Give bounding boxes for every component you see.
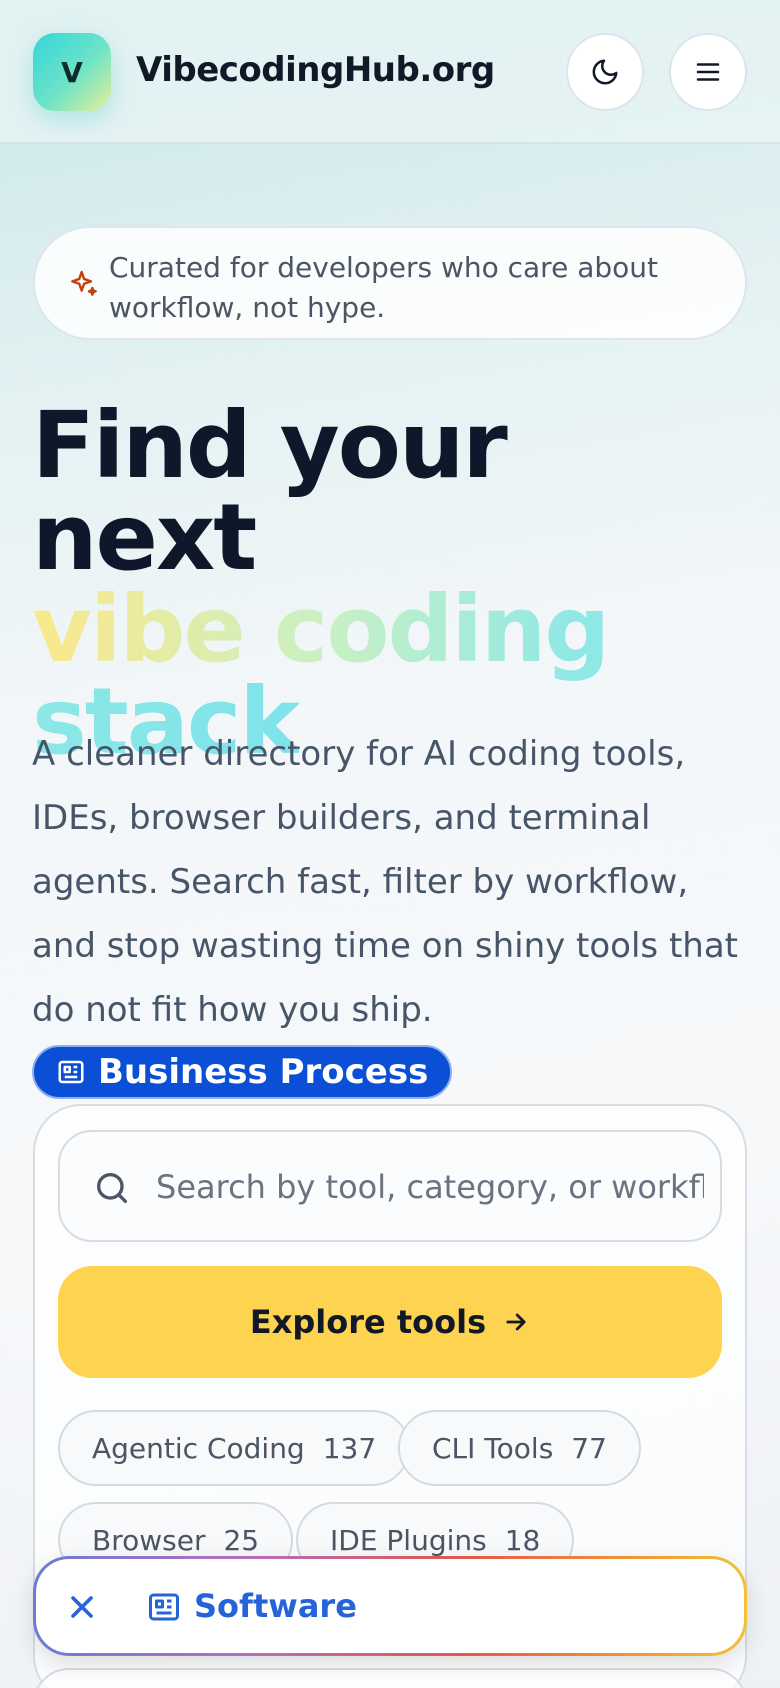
search-icon bbox=[97, 1173, 128, 1203]
hero-description: A cleaner directory for AI coding tools,… bbox=[32, 722, 752, 1106]
page-title: Find your next vibe coding stack bbox=[32, 400, 752, 768]
headline-line-1: Find your next bbox=[32, 392, 508, 591]
close-icon[interactable] bbox=[64, 1589, 100, 1625]
hamburger-menu-icon bbox=[696, 63, 720, 81]
category-toast-body: Software bbox=[36, 1559, 744, 1653]
top-header: V VibecodingHub.org bbox=[0, 0, 780, 144]
chip-count: 77 bbox=[571, 1431, 607, 1465]
next-section-card bbox=[33, 1668, 747, 1688]
brand-name[interactable]: VibecodingHub.org bbox=[136, 50, 495, 90]
category-chip-cli-tools[interactable]: CLI Tools 77 bbox=[398, 1410, 641, 1486]
chip-label: Agentic Coding bbox=[92, 1431, 305, 1465]
menu-button[interactable] bbox=[669, 33, 747, 111]
chip-count: 137 bbox=[322, 1431, 377, 1465]
chip-count: 18 bbox=[504, 1523, 541, 1557]
newspaper-icon bbox=[58, 1060, 84, 1083]
toast-label[interactable]: Software bbox=[194, 1587, 357, 1625]
newspaper-icon bbox=[149, 1593, 179, 1621]
chip-label: Browser bbox=[92, 1523, 206, 1557]
category-chip-agentic-coding[interactable]: Agentic Coding 137 bbox=[58, 1410, 411, 1486]
tagline-text: Curated for developers who care about wo… bbox=[109, 251, 658, 324]
business-process-badge[interactable]: Business Process bbox=[32, 1044, 453, 1099]
sparkle-icon bbox=[71, 270, 97, 296]
chip-count: 25 bbox=[223, 1523, 260, 1557]
search-input[interactable] bbox=[156, 1162, 704, 1212]
brand-logo[interactable]: V bbox=[33, 33, 111, 111]
explore-tools-label: Explore tools bbox=[249, 1303, 487, 1341]
badge-label: Business Process bbox=[98, 1051, 429, 1092]
chip-label: CLI Tools bbox=[432, 1431, 554, 1465]
tagline-pill: Curated for developers who care about wo… bbox=[33, 226, 747, 340]
hero-description-text: A cleaner directory for AI coding tools,… bbox=[32, 734, 738, 1030]
explore-tools-button[interactable]: Explore tools bbox=[58, 1266, 722, 1378]
arrow-right-icon bbox=[506, 1313, 526, 1331]
category-toast: Software bbox=[33, 1556, 747, 1656]
moon-icon bbox=[592, 59, 618, 85]
chip-label: IDE Plugins bbox=[330, 1523, 487, 1557]
search-box[interactable] bbox=[58, 1130, 722, 1242]
theme-toggle-button[interactable] bbox=[566, 33, 644, 111]
